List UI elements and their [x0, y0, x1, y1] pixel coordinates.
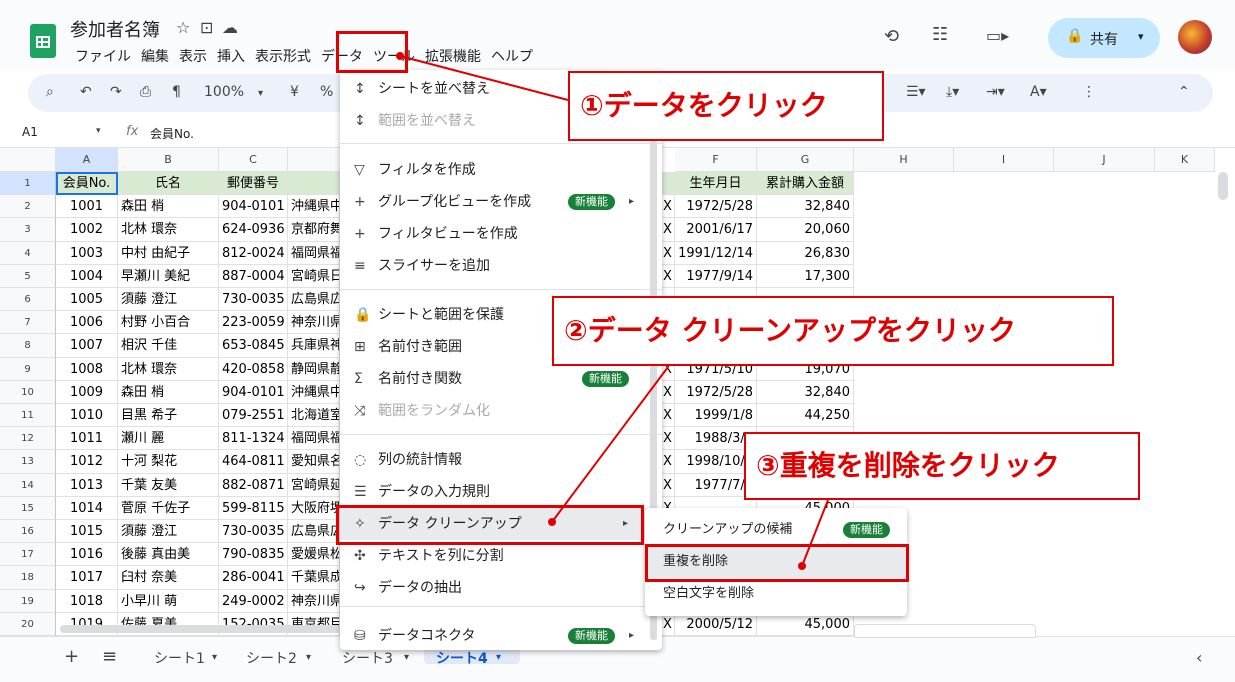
connector-line-3	[801, 499, 829, 567]
connector-dot-1	[396, 52, 404, 60]
connector-line-1	[399, 55, 569, 101]
callout-step-1: ①データをクリック	[568, 71, 884, 141]
callout-step-3: ③重複を削除をクリック	[744, 432, 1140, 500]
connector-dot-2	[548, 518, 556, 526]
connector-line-2	[551, 366, 669, 523]
callout-step-2: ②データ クリーンアップをクリック	[552, 296, 1114, 366]
connector-dot-3	[798, 562, 806, 570]
